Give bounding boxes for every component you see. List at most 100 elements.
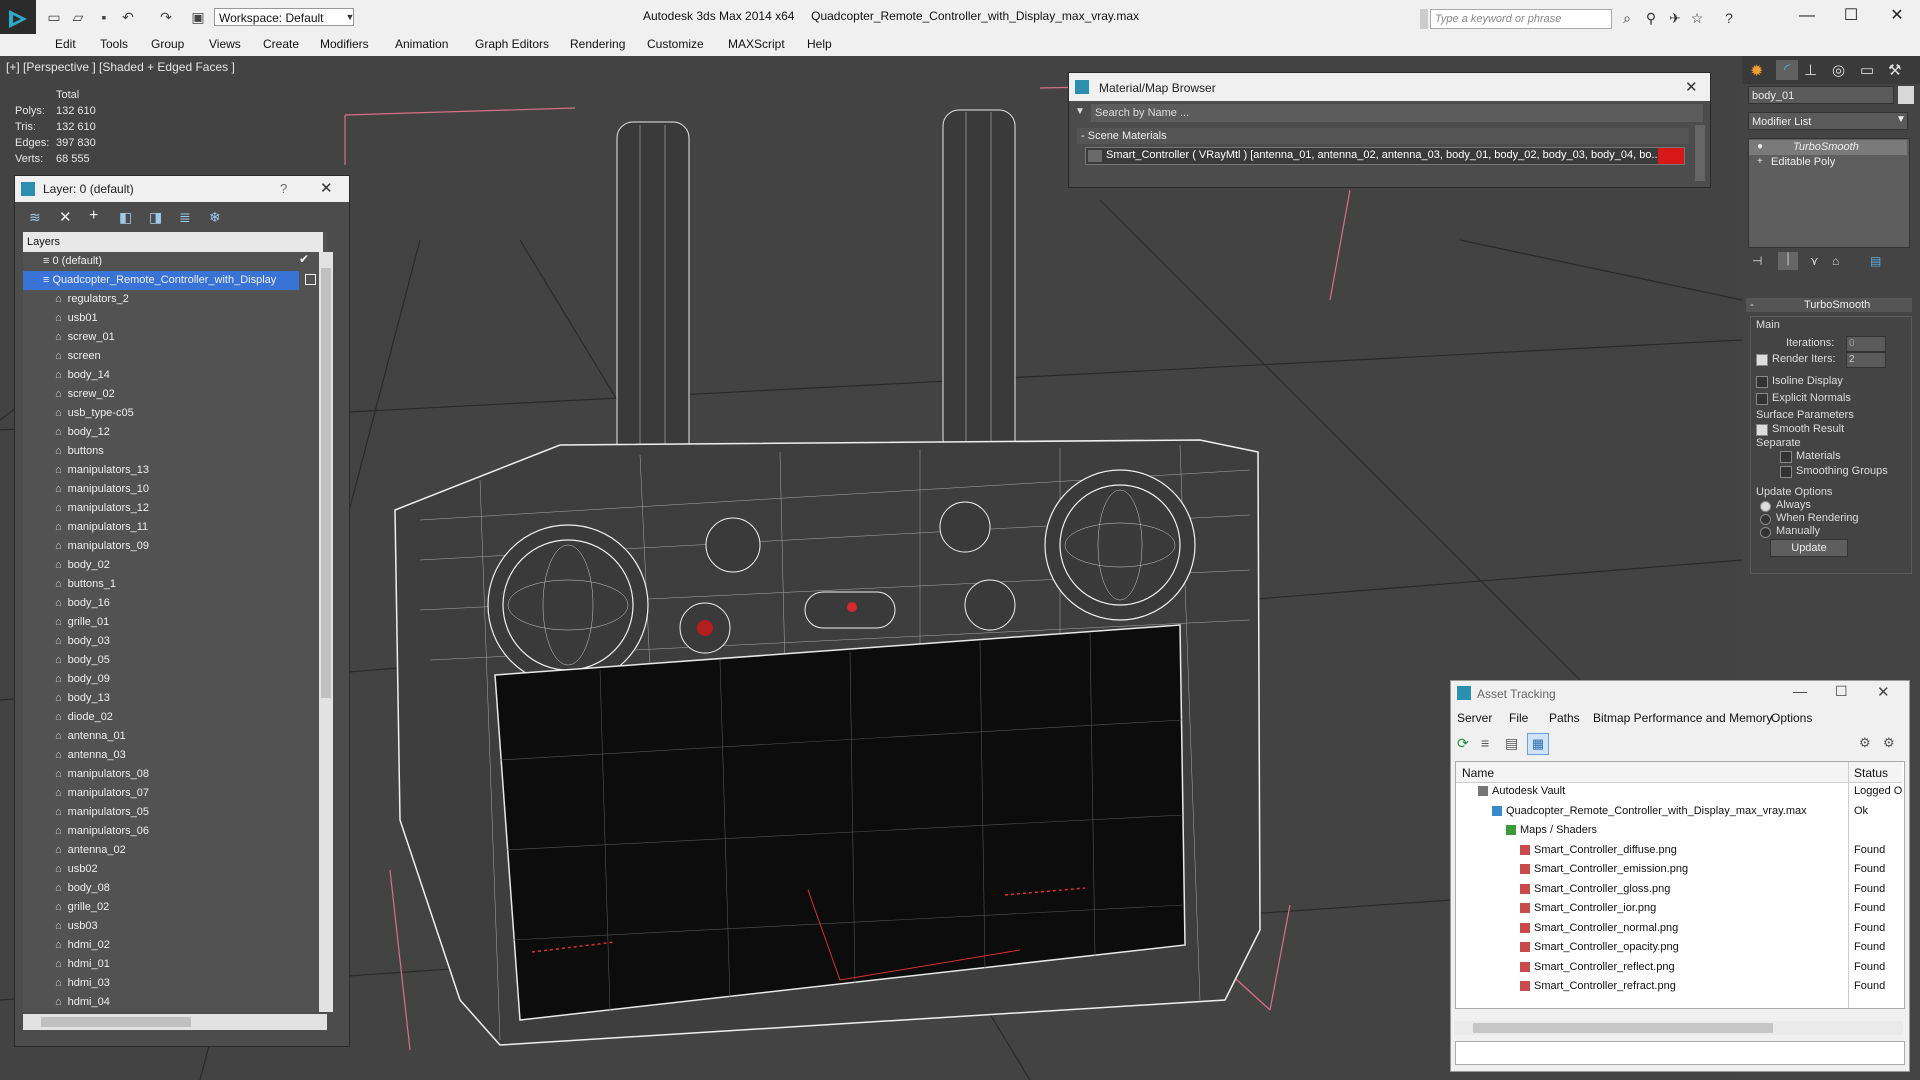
menu-modifiers[interactable]: Modifiers (320, 37, 369, 51)
delete-layer-icon[interactable]: ✕ (59, 208, 72, 226)
object-name-input[interactable]: body_01 (1748, 86, 1894, 104)
material-entry[interactable]: Smart_Controller ( VRayMtl ) [antenna_01… (1085, 147, 1685, 165)
layer-row-default[interactable]: ≡ 0 (default) (43, 252, 102, 271)
asset-col-status[interactable]: Status (1854, 766, 1888, 780)
layer-row-selected[interactable]: ≡ Quadcopter_Remote_Controller_with_Disp… (23, 271, 299, 290)
layer-visibility-icon[interactable] (305, 274, 316, 285)
configure-sets-icon[interactable]: ▤ (1870, 254, 1881, 268)
asset-col-name[interactable]: Name (1462, 766, 1494, 780)
hide-all-layers-icon[interactable]: ≣ (179, 209, 191, 226)
add-to-layer-icon[interactable]: + (89, 207, 98, 225)
asset-row[interactable]: Maps / Shaders (1456, 821, 1902, 840)
asset-menu-file[interactable]: File (1509, 711, 1528, 725)
asset-menu-paths[interactable]: Paths (1549, 711, 1580, 725)
asset-row[interactable]: Smart_Controller_opacity.png Found (1456, 938, 1902, 957)
menu-graph-editors[interactable]: Graph Editors (475, 37, 549, 51)
refresh-icon[interactable]: ⟳ (1457, 735, 1469, 752)
asset-row[interactable]: Smart_Controller_gloss.png Found (1456, 880, 1902, 899)
menu-tools[interactable]: Tools (100, 37, 128, 51)
lightbulb-icon[interactable]: ● (1757, 141, 1763, 152)
layer-object-row[interactable]: ⌂ regulators_2 (55, 290, 129, 309)
layer-object-row[interactable]: ⌂ manipulators_10 (55, 480, 149, 499)
binoculars-icon[interactable]: ⌕ (1618, 9, 1636, 27)
layer-scrollbar-thumb[interactable] (321, 268, 331, 698)
layer-object-row[interactable]: ⌂ manipulators_13 (55, 461, 149, 480)
layer-object-row[interactable]: ⌂ manipulators_07 (55, 784, 149, 803)
layer-object-row[interactable]: ⌂ manipulators_06 (55, 822, 149, 841)
layer-object-row[interactable]: ⌂ diode_02 (55, 708, 113, 727)
remove-modifier-icon[interactable]: ⌂ (1832, 254, 1839, 268)
vault-login-icon[interactable]: ⚙ (1859, 735, 1871, 751)
vault-logout-icon[interactable]: ⚙ (1883, 735, 1895, 751)
layer-object-row[interactable]: ⌂ body_14 (55, 366, 110, 385)
layer-object-row[interactable]: ⌂ screen (55, 347, 101, 366)
menu-maxscript[interactable]: MAXScript (728, 37, 785, 51)
asset-menu-server[interactable]: Server (1457, 711, 1492, 725)
undo-icon[interactable]: ↶ (120, 9, 136, 25)
materials-checkbox[interactable] (1780, 451, 1792, 466)
menu-edit[interactable]: Edit (55, 37, 76, 51)
smoothing-groups-checkbox[interactable] (1780, 466, 1792, 481)
asset-menu-options[interactable]: Options (1771, 711, 1812, 725)
menu-animation[interactable]: Animation (395, 37, 448, 51)
object-color-swatch[interactable] (1898, 86, 1914, 104)
layer-object-row[interactable]: ⌂ manipulators_09 (55, 537, 149, 556)
layer-object-row[interactable]: ⌂ usb01 (55, 309, 98, 328)
menu-group[interactable]: Group (151, 37, 184, 51)
workspace-dropdown[interactable]: Workspace: Default (214, 8, 354, 26)
layer-close-icon[interactable]: ✕ (320, 179, 333, 197)
iterations-spinner[interactable]: 0 (1846, 336, 1886, 352)
material-browser-close-icon[interactable]: ✕ (1685, 78, 1698, 96)
redo-icon[interactable]: ↷ (158, 9, 174, 25)
layer-object-row[interactable]: ⌂ body_02 (55, 556, 110, 575)
help-icon[interactable]: ? (1720, 9, 1738, 27)
highlight-layer-icon[interactable]: ◨ (149, 209, 162, 226)
layer-object-row[interactable]: ⌂ buttons_1 (55, 575, 116, 594)
project-folder-icon[interactable]: ▣ (190, 9, 206, 25)
key-icon[interactable]: ⚲ (1642, 9, 1660, 27)
layer-object-row[interactable]: ⌂ manipulators_05 (55, 803, 149, 822)
asset-path-field[interactable] (1455, 1041, 1905, 1065)
layer-object-row[interactable]: ⌂ grille_01 (55, 613, 109, 632)
close-icon[interactable]: ✕ (1882, 5, 1912, 27)
render-iters-checkbox[interactable] (1756, 354, 1768, 369)
layer-object-row[interactable]: ⌂ antenna_03 (55, 746, 126, 765)
asset-row[interactable]: Smart_Controller_reflect.png Found (1456, 958, 1902, 977)
tree-view-icon[interactable]: ▤ (1505, 735, 1518, 752)
modifier-list-dropdown[interactable]: Modifier List (1748, 112, 1908, 130)
layer-object-row[interactable]: ⌂ manipulators_08 (55, 765, 149, 784)
always-radio[interactable] (1760, 501, 1771, 515)
menu-customize[interactable]: Customize (647, 37, 704, 51)
layer-object-row[interactable]: ⌂ body_08 (55, 879, 110, 898)
list-view-icon[interactable]: ≡ (1481, 735, 1489, 751)
expand-plus-icon[interactable]: + (1757, 156, 1763, 167)
layer-object-row[interactable]: ⌂ hdmi_03 (55, 974, 110, 993)
asset-row[interactable]: Smart_Controller_ior.png Found (1456, 899, 1902, 918)
asset-row[interactable]: Smart_Controller_emission.png Found (1456, 860, 1902, 879)
layer-object-row[interactable]: ⌂ screw_01 (55, 328, 115, 347)
new-file-icon[interactable]: ▭ (46, 9, 62, 25)
app-logo-icon[interactable] (0, 0, 36, 38)
asset-hscrollbar-thumb[interactable] (1473, 1023, 1773, 1033)
minimize-icon[interactable]: — (1792, 5, 1822, 27)
layer-object-row[interactable]: ⌂ body_03 (55, 632, 110, 651)
layer-object-row[interactable]: ⌂ antenna_02 (55, 841, 126, 860)
asset-row[interactable]: Quadcopter_Remote_Controller_with_Displa… (1456, 802, 1902, 821)
asset-row[interactable]: Smart_Controller_diffuse.png Found (1456, 841, 1902, 860)
asset-hscrollbar[interactable] (1455, 1021, 1903, 1035)
layer-object-row[interactable]: ⌂ grille_02 (55, 898, 109, 917)
menu-rendering[interactable]: Rendering (570, 37, 625, 51)
asset-close-icon[interactable]: ✕ (1877, 683, 1890, 701)
layer-help-icon[interactable]: ? (280, 181, 287, 196)
layer-object-row[interactable]: ⌂ antenna_01 (55, 727, 126, 746)
layer-object-row[interactable]: ⌂ hdmi_04 (55, 993, 110, 1012)
asset-row[interactable]: Smart_Controller_refract.png Found (1456, 977, 1902, 996)
table-view-icon[interactable]: ▦ (1527, 733, 1549, 755)
menu-views[interactable]: Views (209, 37, 241, 51)
show-end-result-icon[interactable]: ⏐ (1778, 252, 1798, 270)
chevron-down-icon[interactable]: ▼ (344, 8, 356, 26)
layer-object-row[interactable]: ⌂ body_16 (55, 594, 110, 613)
create-tab-icon[interactable]: ✹ (1750, 61, 1763, 81)
layer-object-row[interactable]: ⌂ screw_02 (55, 385, 115, 404)
menu-help[interactable]: Help (807, 37, 832, 51)
